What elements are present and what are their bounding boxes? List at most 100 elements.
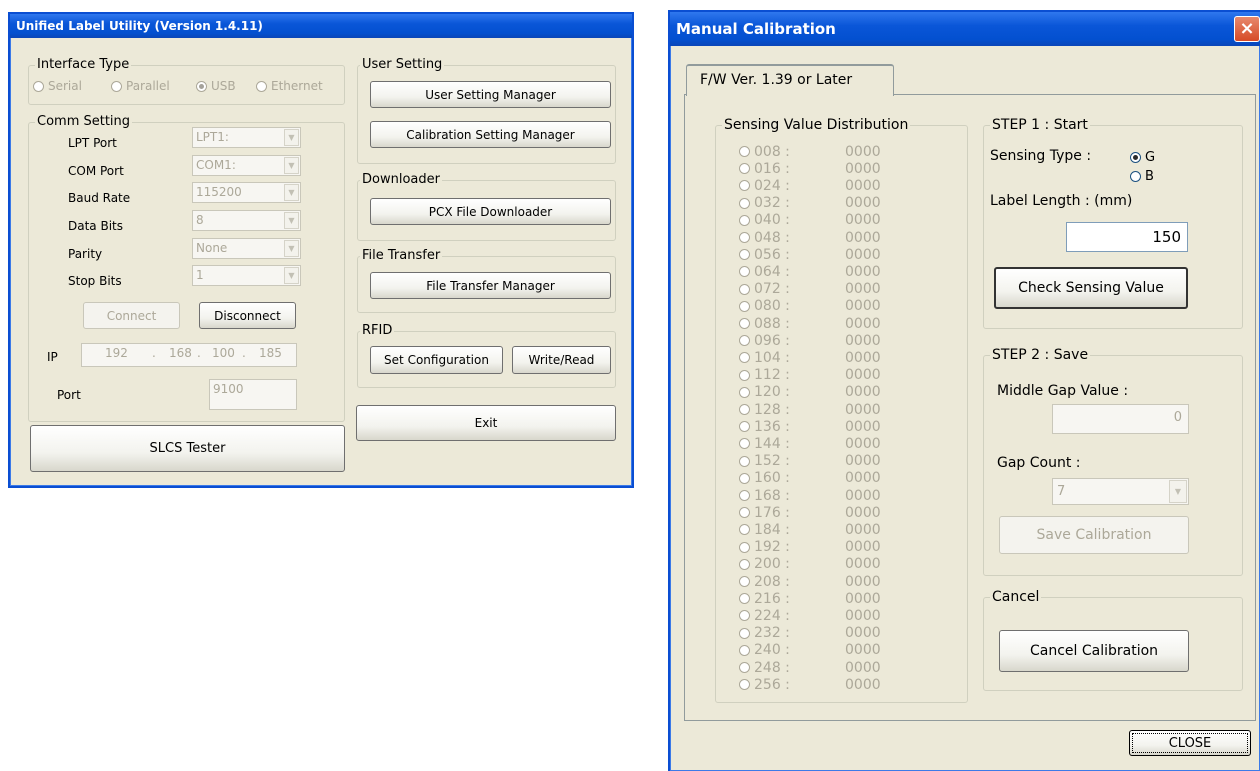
connect-button[interactable]: Connect	[83, 302, 180, 329]
radio-sensing-b-icon	[1130, 171, 1141, 182]
distribution-row[interactable]: 040 : 0000	[739, 212, 881, 229]
distribution-row-label: 168 :	[754, 487, 790, 504]
distribution-row[interactable]: 200 : 0000	[739, 556, 881, 573]
close-icon[interactable]: ×	[1234, 16, 1260, 42]
distribution-row[interactable]: 192 : 0000	[739, 539, 881, 556]
distribution-row-value: 0000	[845, 315, 881, 332]
distribution-row-value: 0000	[845, 573, 881, 590]
distribution-row-label: 144 :	[754, 435, 790, 452]
distribution-row-label: 024 :	[754, 177, 790, 194]
chevron-down-icon[interactable]: ▼	[284, 240, 299, 257]
radio-parallel-label: Parallel	[126, 79, 170, 93]
ip-address-field[interactable]: 192 . 168 . 100 . 185	[81, 343, 297, 367]
chevron-down-icon[interactable]: ▼	[284, 212, 299, 229]
distribution-row[interactable]: 208 : 0000	[739, 573, 881, 590]
distribution-row[interactable]: 216 : 0000	[739, 590, 881, 607]
cancel-calibration-button[interactable]: Cancel Calibration	[999, 630, 1189, 672]
distribution-row-value: 0000	[845, 659, 881, 676]
distribution-row[interactable]: 168 : 0000	[739, 487, 881, 504]
radio-icon	[739, 576, 750, 587]
save-calibration-button[interactable]: Save Calibration	[999, 516, 1189, 554]
calibration-setting-manager-button[interactable]: Calibration Setting Manager	[370, 121, 611, 148]
slcs-tester-button[interactable]: SLCS Tester	[30, 425, 345, 472]
distribution-row[interactable]: 144 : 0000	[739, 435, 881, 452]
distribution-row[interactable]: 232 : 0000	[739, 625, 881, 642]
tab-fw-ver-139[interactable]: F/W Ver. 1.39 or Later	[686, 64, 894, 96]
chevron-down-icon[interactable]: ▼	[284, 157, 299, 174]
distribution-row[interactable]: 080 : 0000	[739, 298, 881, 315]
distribution-row[interactable]: 016 : 0000	[739, 160, 881, 177]
distribution-row[interactable]: 096 : 0000	[739, 332, 881, 349]
distribution-row[interactable]: 032 : 0000	[739, 195, 881, 212]
pcx-file-downloader-button[interactable]: PCX File Downloader	[370, 198, 611, 225]
parity-select[interactable]: None ▼	[192, 238, 301, 259]
radio-sensing-g[interactable]: G	[1130, 150, 1155, 165]
radio-icon	[739, 197, 750, 209]
chevron-down-icon[interactable]: ▼	[284, 129, 299, 146]
chevron-down-icon[interactable]: ▼	[284, 267, 299, 284]
radio-sensing-b-label: B	[1145, 169, 1154, 184]
check-sensing-value-button[interactable]: Check Sensing Value	[994, 267, 1188, 309]
radio-usb-label: USB	[211, 79, 236, 93]
distribution-row[interactable]: 120 : 0000	[739, 384, 881, 401]
distribution-row[interactable]: 088 : 0000	[739, 315, 881, 332]
distribution-row[interactable]: 104 : 0000	[739, 349, 881, 366]
distribution-row-label: 160 :	[754, 470, 790, 487]
label-length-input[interactable]: 150	[1066, 222, 1188, 252]
distribution-row-value: 0000	[845, 642, 881, 659]
distribution-row-value: 0000	[845, 367, 881, 384]
write-read-button[interactable]: Write/Read	[512, 346, 611, 374]
distribution-row[interactable]: 024 : 0000	[739, 177, 881, 194]
baud-rate-select[interactable]: 115200 ▼	[192, 182, 301, 203]
radio-parallel[interactable]: Parallel	[111, 79, 170, 93]
distribution-row[interactable]: 128 : 0000	[739, 401, 881, 418]
chevron-down-icon[interactable]: ▼	[284, 184, 299, 201]
distribution-row-label: 112 :	[754, 367, 790, 384]
distribution-row[interactable]: 248 : 0000	[739, 659, 881, 676]
radio-ethernet[interactable]: Ethernet	[256, 79, 323, 93]
distribution-row[interactable]: 008 : 0000	[739, 143, 881, 160]
distribution-row[interactable]: 176 : 0000	[739, 504, 881, 521]
distribution-row[interactable]: 240 : 0000	[739, 642, 881, 659]
radio-serial[interactable]: Serial	[33, 79, 82, 93]
distribution-row[interactable]: 064 : 0000	[739, 263, 881, 280]
radio-sensing-g-label: G	[1145, 150, 1156, 165]
radio-icon	[739, 627, 750, 639]
distribution-row-value: 0000	[845, 556, 881, 573]
distribution-row[interactable]: 056 : 0000	[739, 246, 881, 263]
title-bar[interactable]: Manual Calibration ×	[670, 12, 1260, 46]
distribution-row[interactable]: 160 : 0000	[739, 470, 881, 487]
unified-label-utility-window: Unified Label Utility (Version 1.4.11) I…	[8, 12, 634, 488]
distribution-row[interactable]: 152 : 0000	[739, 453, 881, 470]
chevron-down-icon[interactable]: ▼	[1169, 480, 1187, 503]
distribution-row[interactable]: 072 : 0000	[739, 281, 881, 298]
set-configuration-button[interactable]: Set Configuration	[370, 346, 503, 374]
file-transfer-manager-button[interactable]: File Transfer Manager	[370, 272, 611, 299]
distribution-row[interactable]: 256 : 0000	[739, 676, 881, 693]
stop-bits-select[interactable]: 1 ▼	[192, 265, 301, 286]
distribution-row[interactable]: 184 : 0000	[739, 521, 881, 538]
middle-gap-value-input[interactable]: 0	[1052, 404, 1189, 434]
port-field[interactable]: 9100	[209, 379, 297, 410]
data-bits-select[interactable]: 8 ▼	[192, 210, 301, 231]
distribution-row[interactable]: 112 : 0000	[739, 367, 881, 384]
exit-button[interactable]: Exit	[356, 405, 616, 441]
user-setting-manager-button[interactable]: User Setting Manager	[370, 81, 611, 108]
radio-icon	[739, 610, 750, 622]
cancel-legend: Cancel	[990, 589, 1042, 605]
gap-count-select[interactable]: 7 ▼	[1052, 478, 1189, 505]
radio-sensing-b[interactable]: B	[1130, 169, 1154, 184]
distribution-row[interactable]: 224 : 0000	[739, 607, 881, 624]
title-bar[interactable]: Unified Label Utility (Version 1.4.11)	[10, 14, 632, 38]
close-button[interactable]: CLOSE	[1129, 730, 1251, 756]
distribution-row-label: 248 :	[754, 659, 790, 676]
distribution-row-label: 224 :	[754, 607, 790, 624]
lpt-port-select[interactable]: LPT1: ▼	[192, 127, 301, 148]
distribution-row-label: 088 :	[754, 315, 790, 332]
distribution-row[interactable]: 048 : 0000	[739, 229, 881, 246]
distribution-row[interactable]: 136 : 0000	[739, 418, 881, 435]
com-port-select[interactable]: COM1: ▼	[192, 155, 301, 176]
radio-usb[interactable]: USB	[196, 79, 236, 93]
disconnect-button[interactable]: Disconnect	[199, 302, 296, 329]
distribution-row-label: 200 :	[754, 556, 790, 573]
